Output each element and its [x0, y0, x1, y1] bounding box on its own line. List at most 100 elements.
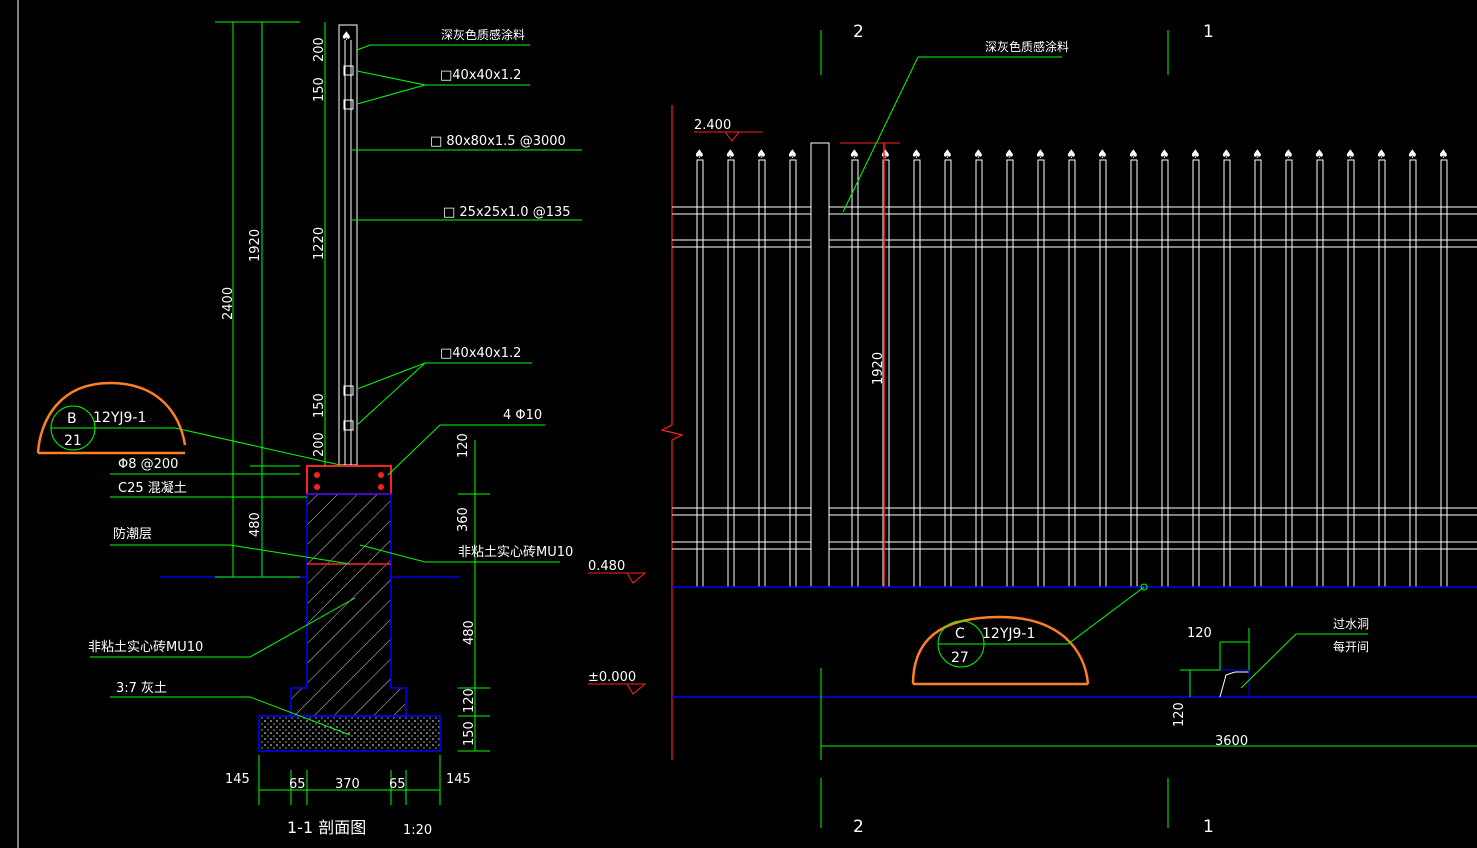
picket-5 [851, 159, 859, 588]
picket-13 [1099, 159, 1107, 588]
picket-16 [1192, 159, 1200, 588]
section-title: 1-1 剖面图 [287, 818, 366, 837]
spear-icon: ♠ [942, 147, 953, 161]
span-dim: 3600 [1215, 734, 1248, 749]
spear-icon: ♠ [1252, 147, 1263, 161]
svg-text:非粘土实心砖MU10: 非粘土实心砖MU10 [88, 640, 203, 655]
picket-2 [727, 159, 735, 588]
spear-icon: ♠ [1438, 147, 1449, 161]
spear-icon: ♠ [1190, 147, 1201, 161]
axis-1-top: 1 [1203, 22, 1214, 42]
height-dim: 1920 [871, 352, 886, 385]
section-scale: 1:20 [403, 823, 432, 838]
level-top: 2.400 [694, 118, 731, 133]
picket-12 [1068, 159, 1076, 588]
picket-24 [1440, 159, 1448, 588]
svg-text:480: 480 [462, 620, 477, 645]
svg-text:□ 25x25x1.0 @135: □ 25x25x1.0 @135 [443, 205, 571, 220]
picket-10 [1006, 159, 1014, 588]
spear-icon: ♠ [725, 147, 736, 161]
picket-4 [789, 159, 797, 588]
svg-text:27: 27 [951, 650, 969, 666]
picket-column [338, 24, 358, 466]
svg-text:65: 65 [289, 777, 306, 792]
picket-23 [1409, 159, 1417, 588]
picket-20 [1316, 159, 1324, 588]
svg-text:200: 200 [312, 37, 327, 62]
spear-icon: ♠ [1004, 147, 1015, 161]
level-mid: 0.480 [588, 559, 625, 574]
cad-drawing: ♠ 2400 1920 480 200 150 1220 150 200 120… [17, 0, 1477, 848]
brick-wall [290, 493, 407, 717]
svg-text:120: 120 [456, 433, 471, 458]
lime-soil-base [258, 715, 441, 752]
svg-text:□ 80x80x1.5 @3000: □ 80x80x1.5 @3000 [430, 134, 566, 149]
picket-9 [975, 159, 983, 588]
svg-text:150: 150 [312, 393, 327, 418]
fence-post [810, 142, 830, 588]
picket-14 [1130, 159, 1138, 588]
picket-22 [1378, 159, 1386, 588]
svg-text:非粘土实心砖MU10: 非粘土实心砖MU10 [458, 545, 573, 560]
svg-text:360: 360 [456, 507, 471, 532]
svg-text:深灰色质感涂料: 深灰色质感涂料 [441, 27, 525, 42]
svg-text:120: 120 [1187, 626, 1212, 641]
picket-7 [913, 159, 921, 588]
svg-text:12YJ9-1: 12YJ9-1 [982, 626, 1035, 642]
svg-text:1220: 1220 [312, 227, 327, 260]
spear-icon: ♠ [1035, 147, 1046, 161]
spear-ornament-icon: ♠ [341, 29, 352, 43]
spear-icon: ♠ [1066, 147, 1077, 161]
picket-19 [1285, 159, 1293, 588]
picket-11 [1037, 159, 1045, 588]
picket-18 [1254, 159, 1262, 588]
svg-text:200: 200 [312, 432, 327, 457]
spear-icon: ♠ [1283, 147, 1294, 161]
spear-icon: ♠ [880, 147, 891, 161]
svg-text:深灰色质感涂料: 深灰色质感涂料 [985, 39, 1069, 54]
picket-15 [1161, 159, 1169, 588]
svg-text:□40x40x1.2: □40x40x1.2 [440, 68, 521, 83]
svg-text:120: 120 [1172, 702, 1187, 727]
svg-text:65: 65 [389, 777, 406, 792]
elevation-view: 2 1 2 1 ♠ ♠ ♠ ♠ ♠ ♠ ♠ ♠ ♠ ♠ ♠ ♠ ♠ ♠ ♠ ♠ ♠ ♠ ♠ ♠ ♠ ♠ ♠ ♠ 1920 2.… [588, 22, 1477, 837]
spear-icon: ♠ [787, 147, 798, 161]
picket-21 [1347, 159, 1355, 588]
spear-icon: ♠ [1407, 147, 1418, 161]
spear-icon: ♠ [911, 147, 922, 161]
spear-icon: ♠ [1097, 147, 1108, 161]
spear-icon: ♠ [694, 147, 705, 161]
svg-text:C: C [955, 626, 965, 642]
spear-icon: ♠ [1221, 147, 1232, 161]
svg-text:C25 混凝土: C25 混凝土 [118, 480, 187, 496]
dim-480: 480 [248, 512, 263, 537]
svg-text:每开间: 每开间 [1333, 639, 1369, 654]
level-zero: ±0.000 [588, 670, 636, 685]
picket-8 [944, 159, 952, 588]
svg-text:21: 21 [64, 433, 82, 449]
dim-1920: 1920 [248, 229, 263, 262]
spear-icon: ♠ [1128, 147, 1139, 161]
svg-text:4 Φ10: 4 Φ10 [503, 408, 542, 423]
svg-text:370: 370 [335, 777, 360, 792]
axis-1-bottom: 1 [1203, 817, 1214, 837]
spear-icon: ♠ [1376, 147, 1387, 161]
spear-icon: ♠ [973, 147, 984, 161]
spear-icon: ♠ [1159, 147, 1170, 161]
svg-text:过水洞: 过水洞 [1333, 617, 1369, 631]
picket-3 [758, 159, 766, 588]
axis-2-bottom: 2 [853, 817, 864, 837]
svg-text:150: 150 [462, 721, 477, 746]
axis-2-top: 2 [853, 22, 864, 42]
svg-text:B: B [67, 411, 77, 427]
section-view: ♠ 2400 1920 480 200 150 1220 150 200 120… [36, 21, 582, 838]
svg-text:防潮层: 防潮层 [113, 526, 152, 542]
spear-icon: ♠ [849, 147, 860, 161]
picket-17 [1223, 159, 1231, 588]
picket-1 [696, 159, 704, 588]
svg-text:145: 145 [225, 772, 250, 787]
svg-text:12YJ9-1: 12YJ9-1 [93, 410, 146, 426]
coping-beam [306, 465, 392, 495]
svg-text:145: 145 [446, 772, 471, 787]
spear-icon: ♠ [1314, 147, 1325, 161]
